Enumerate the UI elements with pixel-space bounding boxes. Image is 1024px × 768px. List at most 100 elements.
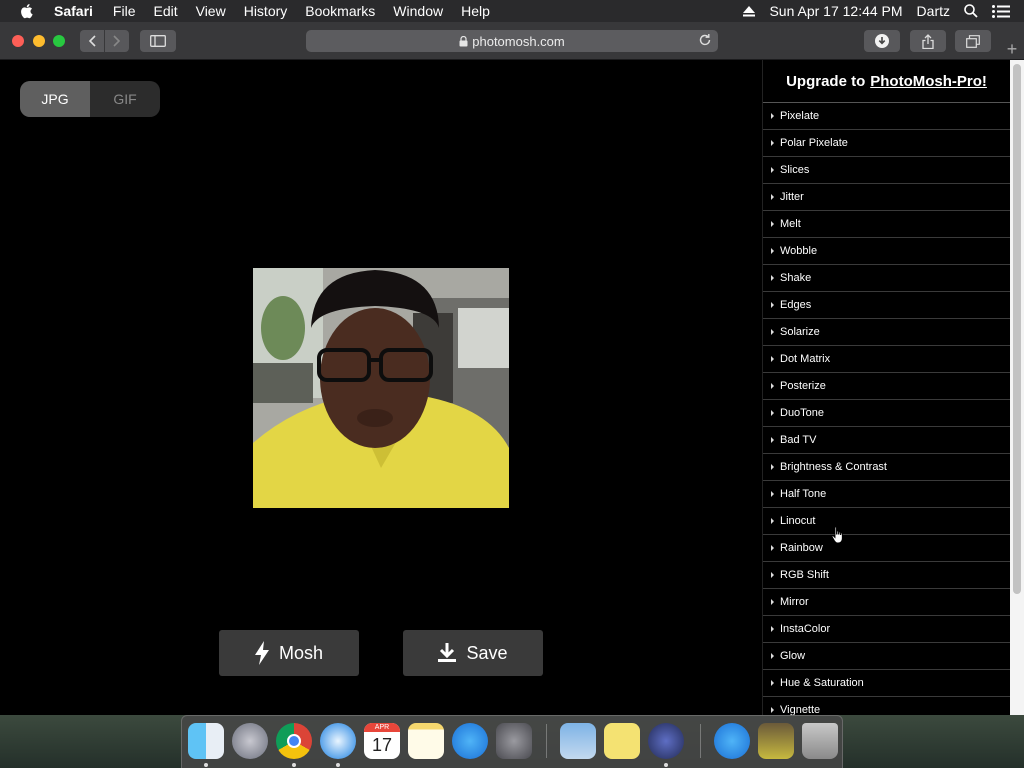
safari-running-indicator bbox=[336, 763, 340, 767]
effect-item[interactable]: Posterize bbox=[763, 373, 1010, 400]
user-name[interactable]: Dartz bbox=[917, 3, 950, 19]
app-name[interactable]: Safari bbox=[52, 3, 104, 19]
share-button[interactable] bbox=[910, 30, 946, 52]
menu-help[interactable]: Help bbox=[452, 3, 499, 19]
page-scrollbar[interactable] bbox=[1010, 60, 1024, 715]
back-button[interactable] bbox=[80, 30, 104, 52]
effect-label: Brightness & Contrast bbox=[780, 461, 887, 473]
finder-icon[interactable] bbox=[188, 723, 224, 759]
effect-item[interactable]: Pixelate bbox=[763, 103, 1010, 130]
calendar-icon[interactable]: APR 17 bbox=[364, 723, 400, 759]
chrome-running-indicator bbox=[292, 763, 296, 767]
effect-item[interactable]: Mirror bbox=[763, 589, 1010, 616]
effect-item[interactable]: Rainbow bbox=[763, 535, 1010, 562]
quicktime-running-indicator bbox=[664, 763, 668, 767]
menu-edit[interactable]: Edit bbox=[144, 3, 186, 19]
plus-icon: + bbox=[1006, 39, 1018, 59]
new-tab-button[interactable]: + bbox=[1000, 40, 1024, 60]
effect-label: RGB Shift bbox=[780, 569, 829, 581]
notes-icon[interactable] bbox=[408, 723, 444, 759]
close-window-button[interactable] bbox=[12, 35, 24, 47]
app-store-icon[interactable] bbox=[452, 723, 488, 759]
selfie-image bbox=[253, 268, 509, 508]
effect-item[interactable]: Dot Matrix bbox=[763, 346, 1010, 373]
chrome-icon[interactable] bbox=[276, 723, 312, 759]
format-jpg-option[interactable]: JPG bbox=[20, 81, 90, 117]
safari-icon[interactable] bbox=[320, 723, 356, 759]
url-text: photomosh.com bbox=[472, 33, 565, 49]
effects-list: Pixelate Polar Pixelate Slices Jitter Melt Wo… bbox=[763, 103, 1010, 715]
effect-item[interactable]: InstaColor bbox=[763, 616, 1010, 643]
format-gif-option[interactable]: GIF bbox=[90, 81, 160, 117]
expand-triangle-icon bbox=[771, 356, 774, 362]
spotlight-search-icon[interactable] bbox=[964, 4, 978, 18]
menu-view[interactable]: View bbox=[187, 3, 235, 19]
effect-item[interactable]: Solarize bbox=[763, 319, 1010, 346]
lightning-icon bbox=[254, 641, 269, 665]
apple-menu[interactable] bbox=[0, 3, 52, 19]
stickies-icon[interactable] bbox=[604, 723, 640, 759]
effect-item[interactable]: Slices bbox=[763, 157, 1010, 184]
system-preferences-icon[interactable] bbox=[496, 723, 532, 759]
notification-center-icon[interactable] bbox=[992, 4, 1010, 18]
zoom-window-button[interactable] bbox=[53, 35, 65, 47]
forward-button[interactable] bbox=[105, 30, 129, 52]
quicktime-icon[interactable] bbox=[648, 723, 684, 759]
eject-icon[interactable] bbox=[743, 5, 756, 17]
effect-item[interactable]: Jitter bbox=[763, 184, 1010, 211]
chevron-right-icon bbox=[113, 35, 121, 47]
download-icon bbox=[875, 34, 889, 48]
effect-item[interactable]: DuoTone bbox=[763, 400, 1010, 427]
effect-item[interactable]: Wobble bbox=[763, 238, 1010, 265]
share-icon bbox=[922, 33, 934, 49]
upgrade-link[interactable]: PhotoMosh-Pro! bbox=[870, 73, 987, 90]
menu-window[interactable]: Window bbox=[384, 3, 452, 19]
preview-icon[interactable] bbox=[560, 723, 596, 759]
scrollbar-thumb[interactable] bbox=[1013, 64, 1021, 594]
effect-item[interactable]: Linocut bbox=[763, 508, 1010, 535]
effect-label: Polar Pixelate bbox=[780, 137, 848, 149]
expand-triangle-icon bbox=[771, 464, 774, 470]
mosh-button[interactable]: Mosh bbox=[219, 630, 359, 676]
address-bar[interactable]: photomosh.com bbox=[306, 30, 718, 52]
effect-item[interactable]: Hue & Saturation bbox=[763, 670, 1010, 697]
sidebar-toggle-button[interactable] bbox=[140, 30, 176, 52]
save-button[interactable]: Save bbox=[403, 630, 543, 676]
expand-triangle-icon bbox=[771, 599, 774, 605]
clock[interactable]: Sun Apr 17 12:44 PM bbox=[769, 3, 902, 19]
effect-item[interactable]: Edges bbox=[763, 292, 1010, 319]
expand-triangle-icon bbox=[771, 545, 774, 551]
effect-item[interactable]: Glow bbox=[763, 643, 1010, 670]
minimize-window-button[interactable] bbox=[33, 35, 45, 47]
effect-label: Half Tone bbox=[780, 488, 827, 500]
dock-separator-2 bbox=[700, 724, 701, 758]
expand-triangle-icon bbox=[771, 275, 774, 281]
effect-label: Rainbow bbox=[780, 542, 823, 554]
tab-overview-button[interactable] bbox=[955, 30, 991, 52]
effect-item[interactable]: Brightness & Contrast bbox=[763, 454, 1010, 481]
reload-icon[interactable] bbox=[698, 33, 712, 47]
effect-item[interactable]: Vignette bbox=[763, 697, 1010, 715]
expand-triangle-icon bbox=[771, 572, 774, 578]
format-toggle: JPG GIF bbox=[20, 81, 160, 117]
expand-triangle-icon bbox=[771, 302, 774, 308]
effect-item[interactable]: Polar Pixelate bbox=[763, 130, 1010, 157]
effect-item[interactable]: Half Tone bbox=[763, 481, 1010, 508]
lock-icon bbox=[459, 35, 468, 46]
downloads-stack-icon[interactable] bbox=[714, 723, 750, 759]
downloads-button[interactable] bbox=[864, 30, 900, 52]
photo-file-icon[interactable] bbox=[758, 723, 794, 759]
effect-label: Slices bbox=[780, 164, 810, 176]
expand-triangle-icon bbox=[771, 707, 774, 713]
menu-file[interactable]: File bbox=[104, 3, 145, 19]
launchpad-icon[interactable] bbox=[232, 723, 268, 759]
download-arrow-icon bbox=[438, 643, 457, 662]
effect-item[interactable]: RGB Shift bbox=[763, 562, 1010, 589]
menu-bookmarks[interactable]: Bookmarks bbox=[296, 3, 384, 19]
effect-item[interactable]: Bad TV bbox=[763, 427, 1010, 454]
trash-icon[interactable] bbox=[802, 723, 838, 759]
effect-label: Wobble bbox=[780, 245, 818, 257]
effect-item[interactable]: Melt bbox=[763, 211, 1010, 238]
menu-history[interactable]: History bbox=[235, 3, 297, 19]
effect-item[interactable]: Shake bbox=[763, 265, 1010, 292]
